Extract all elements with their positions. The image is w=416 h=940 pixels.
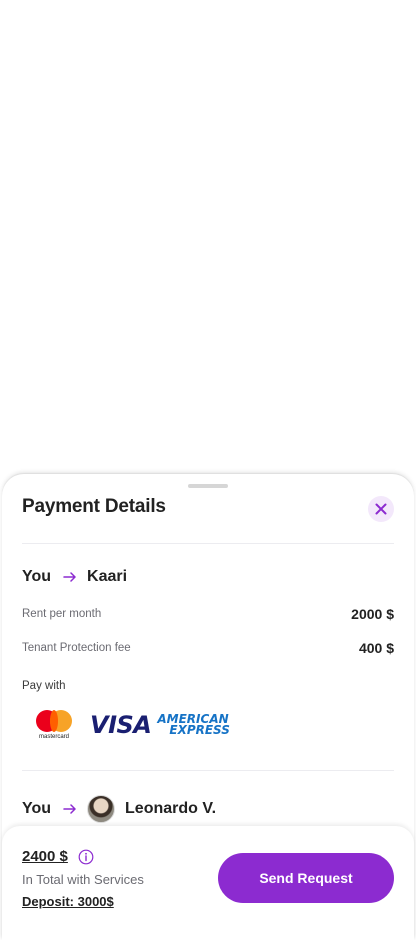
close-button[interactable] (368, 496, 394, 522)
fee-value: 400 $ (358, 640, 394, 656)
payment-methods: mastercard VISA AMERICAN EXPRESS (34, 708, 230, 742)
total-caption: In Total with Services (22, 872, 144, 887)
fee-label: Rent per month (22, 608, 102, 620)
total-amount[interactable]: 2400 $ (22, 848, 68, 865)
transfer-route-leonardo: You Leonardo V. (22, 795, 216, 823)
deposit-link[interactable]: Deposit: 3000$ (22, 894, 114, 909)
recipient-name: Leonardo V. (125, 800, 217, 817)
pay-with-label: Pay with (22, 680, 66, 692)
sender-label: You (22, 568, 52, 585)
avatar (87, 795, 116, 823)
arrow-right-icon (63, 572, 77, 582)
total-line: 2400 $ (22, 848, 94, 865)
sender-label: You (22, 800, 52, 817)
amex-logo[interactable]: AMERICAN EXPRESS (157, 713, 230, 736)
send-request-button[interactable]: Send Request (218, 853, 394, 903)
divider (22, 770, 394, 771)
summary-bar: 2400 $ In Total with Services Deposit: 3… (2, 826, 414, 940)
drag-handle[interactable] (188, 484, 228, 488)
fee-label: Tenant Protection fee (22, 642, 131, 654)
transfer-route-kaari: You Kaari (22, 563, 127, 591)
sheet-title: Payment Details (22, 496, 166, 517)
fee-value: 2000 $ (351, 606, 394, 622)
visa-logo[interactable]: VISA (90, 711, 152, 739)
divider (22, 543, 394, 544)
fee-row-rent: Rent per month 2000 $ (22, 606, 394, 622)
arrow-right-icon (63, 804, 77, 814)
recipient-name: Kaari (87, 568, 128, 585)
fee-row-protection: Tenant Protection fee 400 $ (22, 640, 394, 656)
info-icon[interactable] (78, 849, 94, 865)
mastercard-logo[interactable]: mastercard (34, 708, 74, 742)
close-icon (375, 503, 387, 515)
